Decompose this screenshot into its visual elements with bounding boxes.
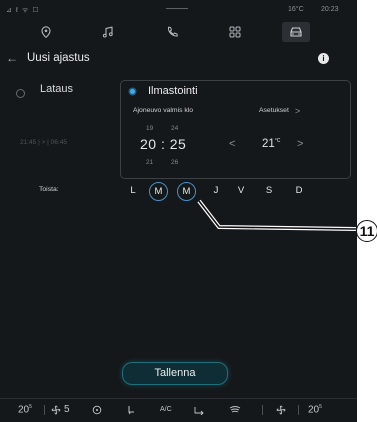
callout-leader-line [197,199,357,231]
callout-number: 11 [356,220,377,242]
